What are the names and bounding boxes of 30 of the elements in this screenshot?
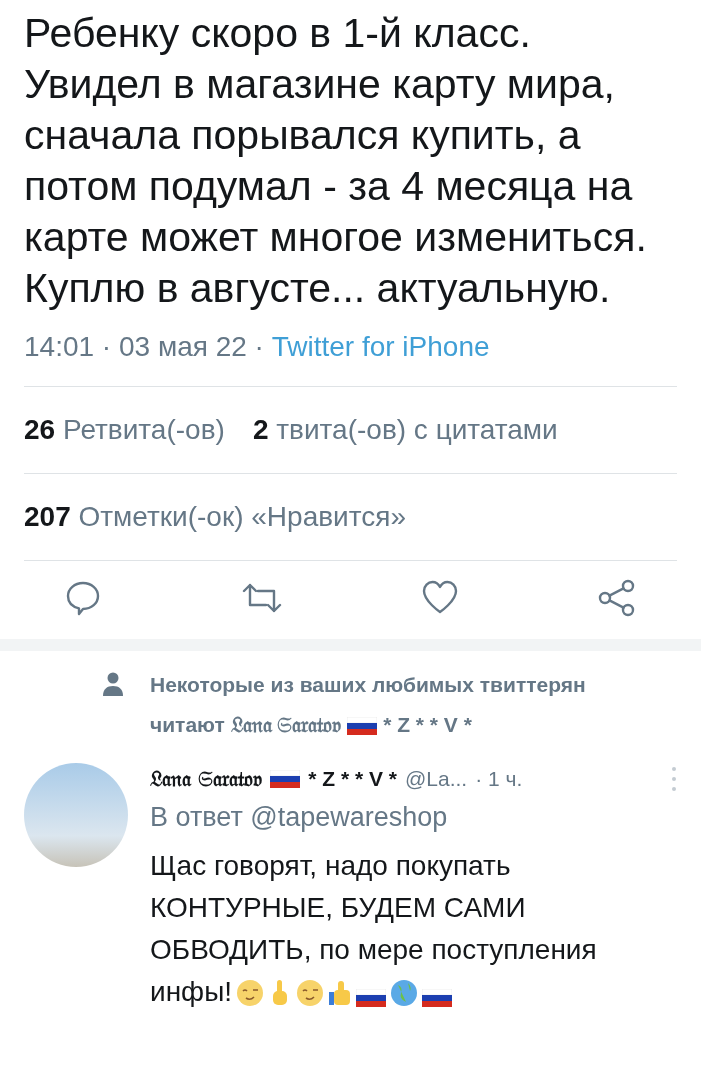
social-context-text: читают 𝔏𝔞𝔫𝔞 𝔖𝔞𝔯𝔞𝔱𝔬𝔳 bbox=[150, 713, 342, 736]
stat-count: 207 Отметки(-ок) «Нравится» bbox=[24, 500, 406, 534]
user-name: 𝔏𝔞𝔫𝔞 𝔖𝔞𝔯𝔞𝔱𝔬𝔳 bbox=[150, 765, 263, 793]
flag-icon bbox=[356, 989, 387, 1007]
winking-face-icon bbox=[236, 979, 265, 1007]
tweet-timestamp: 14:01 · 03 мая 22 · bbox=[24, 331, 264, 362]
social-context-text: Некоторые из ваших любимых твиттерян bbox=[150, 673, 586, 696]
heart-icon[interactable] bbox=[421, 579, 460, 615]
flag-icon bbox=[347, 717, 378, 735]
stat-count: 2 твита(-ов) с цитатами bbox=[252, 413, 558, 447]
tweet-text: Куплю в августе... актуальную. bbox=[24, 264, 612, 313]
reply-to-label: В ответ bbox=[150, 801, 243, 832]
person-icon bbox=[102, 672, 124, 696]
flag-icon bbox=[422, 989, 453, 1007]
mention-link[interactable]: @tapewareshop bbox=[250, 801, 448, 832]
reply-time: · 1 ч. bbox=[475, 766, 523, 792]
name-suffix: * Z * * V * bbox=[383, 713, 472, 736]
stat-count: 26 Ретвита(-ов) bbox=[24, 413, 225, 447]
user-handle: @La... bbox=[405, 766, 468, 792]
globe-icon bbox=[390, 979, 419, 1007]
source-link[interactable]: Twitter for iPhone bbox=[271, 331, 490, 362]
flag-icon bbox=[270, 769, 301, 788]
tweet-text: Увидел в магазине карту мира, сначала порывался купить, а потом подумал - за 4 месяца на карте может многое измениться. bbox=[24, 60, 648, 262]
winking-face-icon bbox=[296, 979, 325, 1007]
reply-icon[interactable] bbox=[64, 579, 102, 617]
name-suffix: * Z * * V * bbox=[308, 766, 397, 792]
tweet-text: Ребенку скоро в 1-й класс. bbox=[24, 9, 532, 58]
reply-text: инфы! bbox=[150, 976, 233, 1007]
share-icon[interactable] bbox=[596, 579, 637, 617]
thumbs-up-icon bbox=[328, 979, 353, 1007]
